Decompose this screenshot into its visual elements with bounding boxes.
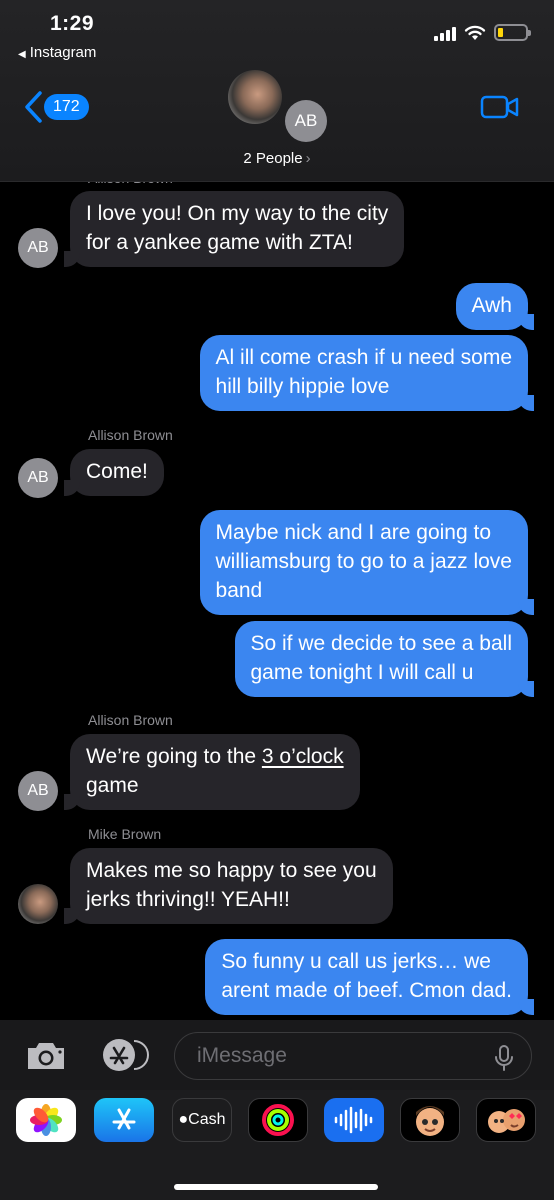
avatar[interactable]: AB	[18, 228, 58, 268]
home-indicator[interactable]	[174, 1184, 378, 1190]
conversation-header: 1:29 ◀ Instagram 172 AB 2 People ›	[0, 0, 554, 182]
message-bubble-outgoing[interactable]: So funny u call us jerks… we arent made …	[205, 939, 534, 1015]
status-icons	[434, 24, 531, 41]
message-bubble-outgoing[interactable]: Awh	[455, 283, 535, 330]
group-people-label[interactable]: 2 People ›	[0, 150, 554, 167]
waveform-icon	[334, 1106, 373, 1134]
cash-label: Cash	[188, 1111, 226, 1128]
apple-cash-app-icon[interactable]: ● Cash	[172, 1098, 232, 1142]
memoji-app-icon[interactable]	[400, 1098, 460, 1142]
time-link[interactable]: 3 o’clock	[262, 745, 344, 768]
back-unread-count[interactable]: 172	[44, 94, 89, 120]
app-store-a-icon	[112, 1108, 136, 1130]
app-store-app-icon[interactable]	[94, 1098, 154, 1142]
message-thread: Allison Brown AB I love you! On my way t…	[0, 170, 554, 1020]
camera-icon[interactable]	[24, 1040, 68, 1072]
wifi-icon	[464, 25, 486, 40]
memoji-stickers-icon	[488, 1109, 525, 1133]
avatar-photo[interactable]	[18, 884, 58, 924]
message-bubble-incoming[interactable]: We’re going to the 3 o’clock game	[64, 734, 360, 810]
message-line: game tonight I will call u	[250, 661, 474, 684]
message-line: hill billy hippie love	[215, 375, 390, 398]
message-bubble-incoming[interactable]: Come!	[64, 449, 164, 496]
message-bubble-outgoing[interactable]: Maybe nick and I are going to williamsbu…	[199, 510, 535, 615]
message-line: game	[86, 774, 139, 797]
chevron-left-icon[interactable]	[22, 90, 44, 124]
message-input[interactable]	[174, 1032, 532, 1080]
avatar[interactable]: AB	[18, 771, 58, 811]
apple-logo-icon: ●	[178, 1111, 189, 1128]
message-bubble-incoming[interactable]: Makes me so happy to see you jerks thriv…	[64, 848, 393, 924]
microphone-icon[interactable]	[494, 1044, 514, 1072]
message-line: williamsburg to go to a jazz love	[215, 550, 512, 573]
message-line: arent made of beef. Cmon dad.	[221, 979, 512, 1002]
people-count-label: 2 People	[243, 150, 303, 167]
video-camera-icon[interactable]	[480, 94, 520, 120]
composer-bar	[0, 1020, 554, 1090]
cellular-signal-icon	[434, 25, 456, 41]
battery-icon	[494, 24, 531, 41]
sender-name: Allison Brown	[88, 712, 173, 728]
photos-app-icon[interactable]	[16, 1098, 76, 1142]
group-avatar-photo[interactable]	[228, 70, 282, 124]
message-line: So if we decide to see a ball	[250, 632, 513, 655]
message-bubble-outgoing[interactable]: So if we decide to see a ball game tonig…	[234, 621, 534, 697]
sender-name: Allison Brown	[88, 427, 173, 443]
group-avatar-initials[interactable]: AB	[285, 100, 327, 142]
message-line: So funny u call us jerks… we	[221, 950, 491, 973]
message-text: We’re going to the	[86, 745, 262, 768]
message-line: Awh	[471, 294, 512, 317]
message-line: Makes me so happy to see you	[86, 859, 377, 882]
message-bubble-outgoing[interactable]: Al ill come crash if u need some hill bi…	[199, 335, 535, 411]
memoji-face-icon	[416, 1106, 444, 1136]
message-line: band	[215, 579, 263, 602]
message-line: jerks thriving!! YEAH!!	[86, 888, 290, 911]
chevron-right-icon: ›	[305, 150, 311, 167]
message-line: Al ill come crash if u need some	[215, 346, 512, 369]
message-line: Maybe nick and I are going to	[215, 521, 492, 544]
status-time: 1:29	[50, 12, 95, 35]
message-line: Come!	[86, 460, 148, 483]
memoji-stickers-app-icon[interactable]	[476, 1098, 536, 1142]
back-to-app-link[interactable]: ◀ Instagram	[18, 44, 96, 61]
message-bubble-incoming[interactable]: I love you! On my way to the city for a …	[63, 191, 405, 267]
audio-message-app-icon[interactable]	[324, 1098, 384, 1142]
activity-app-icon[interactable]	[248, 1098, 308, 1142]
message-line: for a yankee game with ZTA!	[86, 231, 353, 254]
message-line: We’re going to the 3 o’clock	[86, 742, 344, 771]
app-store-icon[interactable]	[98, 1038, 152, 1072]
photos-flower-icon	[30, 1104, 62, 1136]
avatar[interactable]: AB	[18, 458, 58, 498]
back-triangle-icon: ◀	[18, 49, 26, 60]
activity-rings-icon	[262, 1104, 294, 1136]
sender-name: Mike Brown	[88, 826, 162, 842]
back-app-label: Instagram	[29, 44, 97, 61]
message-line: I love you! On my way to the city	[86, 202, 389, 225]
